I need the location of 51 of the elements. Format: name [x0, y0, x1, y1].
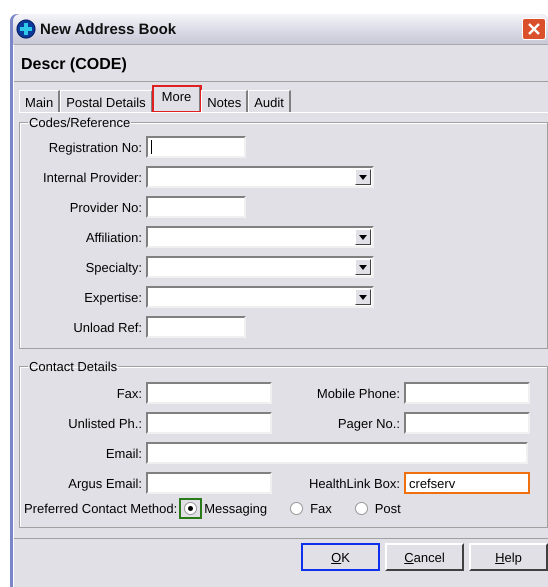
- radio-button[interactable]: [290, 502, 304, 515]
- field-label: Internal Provider:: [43, 170, 142, 184]
- tab[interactable]: Main: [19, 90, 60, 112]
- text-field[interactable]: [404, 412, 530, 434]
- group-title: Codes/Reference: [28, 115, 132, 130]
- field-label: Affiliation:: [86, 230, 142, 244]
- window-title: New Address Book: [40, 20, 178, 38]
- text-field[interactable]: [146, 136, 246, 158]
- dialog-button[interactable]: OK: [301, 543, 380, 571]
- close-icon: [528, 23, 540, 35]
- field-label: Email:: [106, 446, 142, 460]
- radio-label[interactable]: Post: [374, 501, 401, 516]
- close-button[interactable]: [522, 18, 546, 40]
- tab[interactable]: More: [152, 86, 202, 112]
- field-label: Fax:: [116, 386, 142, 400]
- group-title: Contact Details: [28, 359, 118, 374]
- text-field[interactable]: [146, 382, 272, 404]
- text-field[interactable]: [146, 442, 528, 464]
- record-header: Descr (CODE): [14, 45, 548, 82]
- field-label: Unlisted Ph.:: [68, 416, 142, 430]
- field-label: Registration No:: [48, 140, 142, 154]
- text-field[interactable]: crefserv: [404, 472, 530, 494]
- radio-label[interactable]: Fax: [310, 501, 332, 516]
- field-label: Expertise:: [84, 290, 142, 304]
- tab[interactable]: Postal Details: [60, 90, 153, 112]
- field-label: HealthLink Box:: [308, 476, 400, 490]
- field-label: Provider No:: [70, 200, 142, 214]
- text-field[interactable]: [404, 382, 530, 404]
- text-field[interactable]: [146, 472, 272, 494]
- text-field[interactable]: [146, 316, 246, 338]
- dropdown[interactable]: [146, 286, 374, 308]
- text-field[interactable]: [146, 412, 272, 434]
- field-label: Pager No.:: [338, 416, 400, 430]
- tab[interactable]: Audit: [248, 90, 291, 112]
- dropdown[interactable]: [146, 166, 374, 188]
- radio-button[interactable]: [184, 502, 198, 515]
- dialog-button[interactable]: Cancel: [385, 543, 464, 571]
- dropdown[interactable]: [146, 256, 374, 278]
- tab[interactable]: Notes: [201, 90, 248, 112]
- field-label: Specialty:: [86, 260, 142, 274]
- field-label: Preferred Contact Method:: [24, 501, 178, 516]
- plus-circle-icon: [16, 19, 36, 39]
- radio-button[interactable]: [354, 502, 368, 515]
- dialog-button[interactable]: Help: [469, 543, 548, 571]
- field-label: Mobile Phone:: [316, 386, 400, 400]
- text-field[interactable]: [146, 196, 246, 218]
- field-label: Unload Ref:: [73, 320, 142, 334]
- field-value: crefserv: [408, 476, 456, 490]
- dropdown[interactable]: [146, 226, 374, 248]
- field-label: Argus Email:: [68, 476, 142, 490]
- radio-label[interactable]: Messaging: [204, 501, 268, 516]
